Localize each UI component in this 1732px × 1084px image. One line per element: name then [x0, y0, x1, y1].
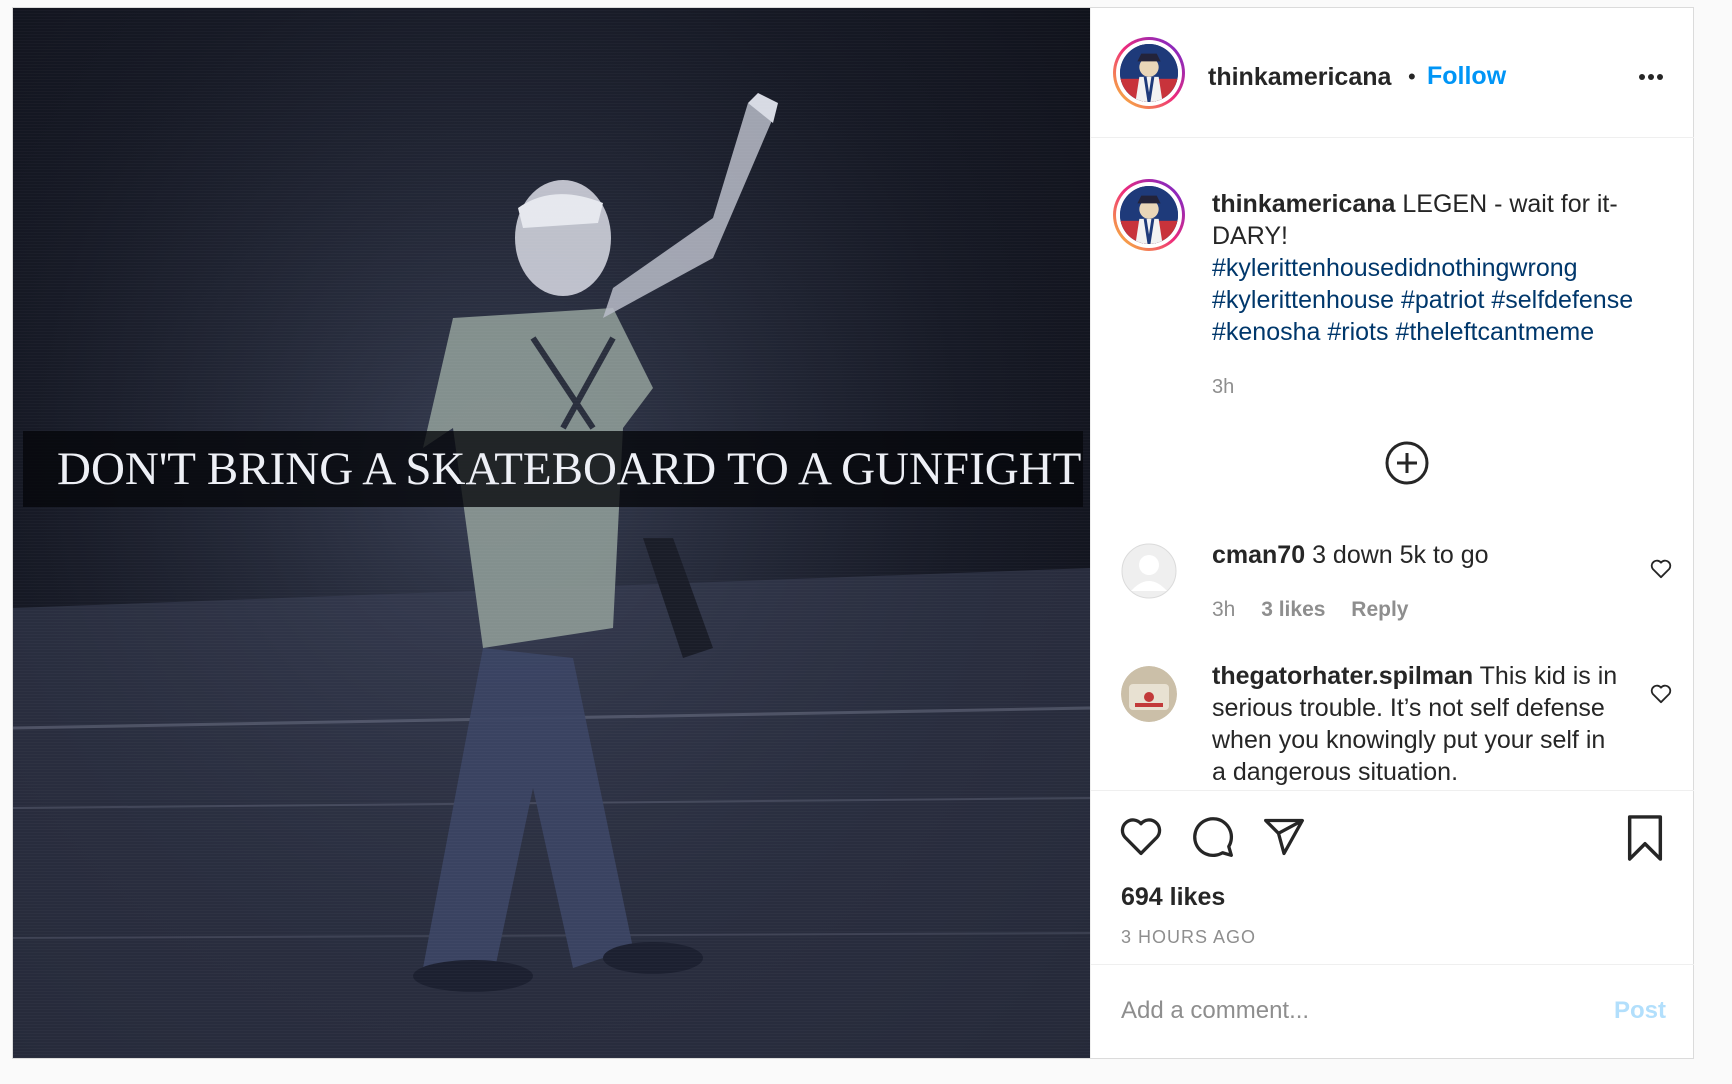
share-icon[interactable] — [1261, 815, 1307, 864]
post-actions: 694 likes 3 HOURS AGO — [1091, 790, 1694, 970]
comment-username[interactable]: thegatorhater.spilman — [1212, 662, 1473, 690]
comment-meta: 3h 3 likes Reply — [1212, 598, 1428, 622]
comment-body: 3 down 5k to go — [1305, 541, 1489, 569]
bookmark-icon[interactable] — [1625, 815, 1665, 866]
comment-heart-icon[interactable] — [1650, 684, 1672, 709]
avatar[interactable] — [1113, 37, 1185, 109]
more-options-icon[interactable] — [1638, 68, 1664, 86]
commenter-avatar[interactable] — [1121, 666, 1177, 722]
comment-username[interactable]: cman70 — [1212, 541, 1305, 569]
comment-bar: Post — [1091, 964, 1694, 1058]
night-scene-photo — [13, 8, 1090, 1058]
comment-heart-icon[interactable] — [1650, 559, 1672, 584]
caption-avatar[interactable] — [1113, 179, 1185, 251]
caption-username[interactable]: thinkamericana — [1212, 190, 1395, 218]
instagram-post: DON'T BRING A SKATEBOARD TO A GUNFIGHT t… — [12, 7, 1694, 1059]
caption-timestamp[interactable]: 3h — [1212, 376, 1234, 399]
header-username[interactable]: thinkamericana — [1208, 63, 1391, 92]
caption-hashtags[interactable]: #kylerittenhousedidnothingwrong #kylerit… — [1212, 254, 1633, 346]
post-timestamp[interactable]: 3 HOURS AGO — [1121, 927, 1256, 948]
post-header: thinkamericana • Follow — [1091, 8, 1694, 138]
plus-circle-icon[interactable] — [1384, 440, 1430, 491]
comment-text: cman70 3 down 5k to go — [1212, 539, 1622, 571]
default-avatar-icon[interactable] — [1121, 543, 1177, 599]
post-image[interactable]: DON'T BRING A SKATEBOARD TO A GUNFIGHT — [13, 8, 1090, 1058]
caption-text: thinkamericana LEGEN - wait for it-DARY!… — [1212, 188, 1682, 348]
patriot-avatar-image — [1120, 44, 1178, 102]
heart-icon[interactable] — [1119, 815, 1163, 862]
patriot-avatar-image — [1120, 186, 1178, 244]
comment-input[interactable] — [1121, 991, 1571, 1031]
likes-count[interactable]: 694 likes — [1121, 883, 1225, 912]
follow-button[interactable]: Follow — [1427, 62, 1506, 91]
separator-dot: • — [1408, 64, 1416, 89]
comment-text: thegatorhater.spilman This kid is in ser… — [1212, 660, 1622, 788]
comment-likes[interactable]: 3 likes — [1261, 598, 1325, 621]
reply-button[interactable]: Reply — [1351, 598, 1408, 621]
comment-icon[interactable] — [1191, 815, 1235, 864]
comment-time[interactable]: 3h — [1212, 598, 1235, 621]
meme-caption: DON'T BRING A SKATEBOARD TO A GUNFIGHT — [23, 431, 1083, 507]
post-button[interactable]: Post — [1614, 997, 1666, 1025]
post-side-panel: thinkamericana • Follow thinkamericana L… — [1090, 8, 1694, 1058]
